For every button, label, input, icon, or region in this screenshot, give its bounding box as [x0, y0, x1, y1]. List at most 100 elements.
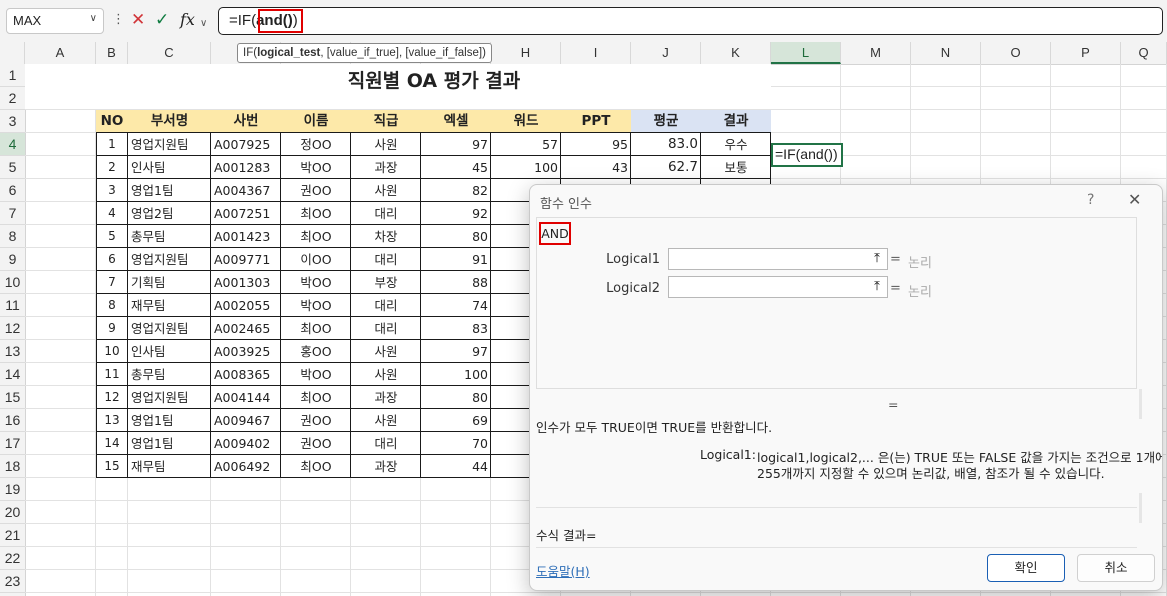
cancel-button[interactable]: 취소: [1077, 554, 1155, 582]
table-cell[interactable]: A006492: [211, 455, 281, 478]
table-cell[interactable]: 기획팀: [128, 271, 211, 294]
table-cell[interactable]: 권OO: [281, 409, 351, 432]
table-cell[interactable]: 박OO: [281, 363, 351, 386]
collapse-icon[interactable]: ⤒: [867, 277, 887, 297]
table-cell[interactable]: A002465: [211, 317, 281, 340]
table-cell[interactable]: 100: [421, 363, 491, 386]
table-cell[interactable]: 영업지원팀: [128, 386, 211, 409]
table-cell[interactable]: 과장: [351, 455, 421, 478]
table-cell[interactable]: 82: [421, 179, 491, 202]
table-cell[interactable]: A001283: [211, 156, 281, 179]
table-cell[interactable]: 박OO: [281, 156, 351, 179]
table-cell[interactable]: 권OO: [281, 179, 351, 202]
table-cell[interactable]: 최OO: [281, 225, 351, 248]
table-cell[interactable]: 박OO: [281, 271, 351, 294]
table-cell[interactable]: 83: [421, 317, 491, 340]
table-cell[interactable]: 12: [96, 386, 128, 409]
table-cell[interactable]: 영업지원팀: [128, 317, 211, 340]
table-cell[interactable]: 9: [96, 317, 128, 340]
table-cell[interactable]: 5: [96, 225, 128, 248]
table-cell[interactable]: 91: [421, 248, 491, 271]
table-cell[interactable]: 재무팀: [128, 294, 211, 317]
table-cell[interactable]: A008365: [211, 363, 281, 386]
table-cell[interactable]: 재무팀: [128, 455, 211, 478]
table-cell[interactable]: 우수: [701, 133, 771, 156]
table-cell[interactable]: 88: [421, 271, 491, 294]
table-cell[interactable]: A009467: [211, 409, 281, 432]
scrollbar[interactable]: [1139, 389, 1142, 419]
table-cell[interactable]: 총무팀: [128, 225, 211, 248]
table-cell[interactable]: 83.0: [631, 133, 701, 156]
table-cell[interactable]: 14: [96, 432, 128, 455]
table-cell[interactable]: 사원: [351, 363, 421, 386]
close-icon[interactable]: ✕: [1128, 190, 1141, 209]
table-cell[interactable]: 15: [96, 455, 128, 478]
table-cell[interactable]: 97: [421, 340, 491, 363]
table-cell[interactable]: 최OO: [281, 317, 351, 340]
table-cell[interactable]: 44: [421, 455, 491, 478]
table-cell[interactable]: 사원: [351, 409, 421, 432]
table-cell[interactable]: 부장: [351, 271, 421, 294]
table-cell[interactable]: 97: [421, 133, 491, 156]
table-cell[interactable]: 92: [421, 202, 491, 225]
table-cell[interactable]: A009771: [211, 248, 281, 271]
table-cell[interactable]: 74: [421, 294, 491, 317]
table-cell[interactable]: 영업지원팀: [128, 248, 211, 271]
table-cell[interactable]: 영업1팀: [128, 179, 211, 202]
table-cell[interactable]: 6: [96, 248, 128, 271]
table-cell[interactable]: 70: [421, 432, 491, 455]
table-cell[interactable]: 사원: [351, 133, 421, 156]
table-cell[interactable]: 80: [421, 225, 491, 248]
table-cell[interactable]: 정OO: [281, 133, 351, 156]
logical2-input[interactable]: ⤒: [668, 276, 888, 298]
table-cell[interactable]: 69: [421, 409, 491, 432]
table-cell[interactable]: 최OO: [281, 202, 351, 225]
table-cell[interactable]: A009402: [211, 432, 281, 455]
table-cell[interactable]: 62.7: [631, 156, 701, 179]
table-cell[interactable]: 100: [491, 156, 561, 179]
table-cell[interactable]: 영업1팀: [128, 409, 211, 432]
table-cell[interactable]: 10: [96, 340, 128, 363]
table-cell[interactable]: 과장: [351, 156, 421, 179]
table-cell[interactable]: 45: [421, 156, 491, 179]
table-cell[interactable]: 박OO: [281, 294, 351, 317]
table-cell[interactable]: 권OO: [281, 432, 351, 455]
table-cell[interactable]: 총무팀: [128, 363, 211, 386]
table-cell[interactable]: 이OO: [281, 248, 351, 271]
table-cell[interactable]: A007251: [211, 202, 281, 225]
table-cell[interactable]: 인사팀: [128, 156, 211, 179]
ok-button[interactable]: 확인: [987, 554, 1065, 582]
table-cell[interactable]: A001303: [211, 271, 281, 294]
table-cell[interactable]: 57: [491, 133, 561, 156]
table-cell[interactable]: 80: [421, 386, 491, 409]
table-cell[interactable]: 영업2팀: [128, 202, 211, 225]
active-cell-L4[interactable]: =IF(and()): [771, 143, 843, 167]
table-cell[interactable]: 최OO: [281, 386, 351, 409]
collapse-icon[interactable]: ⤒: [867, 249, 887, 269]
table-cell[interactable]: A004144: [211, 386, 281, 409]
table-cell[interactable]: 대리: [351, 294, 421, 317]
table-cell[interactable]: 사원: [351, 340, 421, 363]
table-cell[interactable]: A003925: [211, 340, 281, 363]
table-cell[interactable]: 95: [561, 133, 631, 156]
table-cell[interactable]: 1: [96, 133, 128, 156]
table-cell[interactable]: 11: [96, 363, 128, 386]
table-cell[interactable]: 대리: [351, 248, 421, 271]
table-cell[interactable]: 대리: [351, 432, 421, 455]
table-cell[interactable]: A002055: [211, 294, 281, 317]
table-cell[interactable]: 2: [96, 156, 128, 179]
table-cell[interactable]: 보통: [701, 156, 771, 179]
table-cell[interactable]: 43: [561, 156, 631, 179]
table-cell[interactable]: 차장: [351, 225, 421, 248]
table-cell[interactable]: 최OO: [281, 455, 351, 478]
table-cell[interactable]: 대리: [351, 317, 421, 340]
table-cell[interactable]: 영업1팀: [128, 432, 211, 455]
table-cell[interactable]: A004367: [211, 179, 281, 202]
table-cell[interactable]: 과장: [351, 386, 421, 409]
help-icon[interactable]: ?: [1087, 192, 1094, 208]
help-link[interactable]: 도움말(H): [536, 561, 590, 580]
table-cell[interactable]: A001423: [211, 225, 281, 248]
scrollbar[interactable]: [1139, 493, 1142, 523]
logical1-input[interactable]: ⤒: [668, 248, 888, 270]
table-cell[interactable]: 7: [96, 271, 128, 294]
